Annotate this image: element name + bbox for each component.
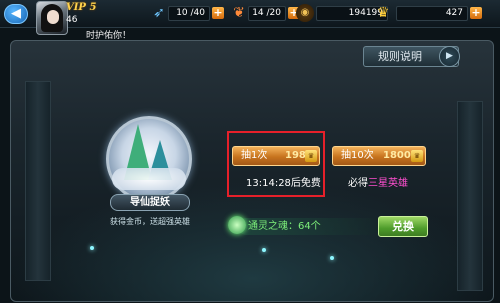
crown-icon: ♛ [411,150,423,162]
gems-value: 427 [396,6,468,21]
glow-particle [262,248,266,252]
emblem-title: 导仙捉妖 [110,194,190,211]
player-level: 46 [66,15,78,25]
rules-button[interactable]: 规则说明 ▶ [363,46,460,67]
energy-stat: ❦ 14 /20 + [230,5,300,22]
guarantee-prefix: 必得 [348,178,368,189]
rules-label: 规则说明 [378,50,422,63]
add-stamina-button[interactable]: + [212,7,224,19]
feather-icon: ➶ [153,5,165,21]
crown-icon: ♛ [376,5,390,21]
emblem-subtitle: 获得金币，送超强英雄 [110,217,190,226]
vip-badge: VIP 5 [66,2,97,13]
chevron-right-icon: ▶ [439,46,460,67]
back-arrow-icon: ◀ [11,6,21,21]
glow-particle [330,256,334,260]
stamina-value: 10 /40 [168,6,210,21]
dragon-icon: ❦ [233,5,245,21]
glow-particle [90,246,94,250]
draw-ten-button[interactable]: 抽10次 1800 ♛ [332,146,426,166]
background-pillar [457,101,483,291]
add-gems-button[interactable]: + [470,7,482,19]
draw-ten-cost: 1800 [383,150,411,161]
draw-ten-label: 抽10次 [341,150,374,161]
top-bar: ◀ VIP 5 46 ➶ 10 /40 + ❦ 14 /20 + ◉ 19419… [0,0,500,35]
gems-stat: ♛ 427 + [374,5,492,22]
background-pillar [25,81,51,281]
spirit-count: 通灵之魂：64个 [238,218,378,235]
guarantee-hero: 三星英雄 [368,178,408,189]
player-avatar[interactable] [36,1,68,35]
cloud-icon [112,168,186,190]
back-button[interactable]: ◀ [4,4,28,24]
highlight-box [227,131,325,197]
exchange-button[interactable]: 兑换 [378,216,428,237]
energy-value: 14 /20 [248,6,286,21]
spirit-orb-icon [228,216,246,234]
guarantee-text: 必得三星英雄 [348,174,408,189]
coin-icon: ◉ [296,4,314,22]
stamina-stat: ➶ 10 /40 + [150,5,224,22]
